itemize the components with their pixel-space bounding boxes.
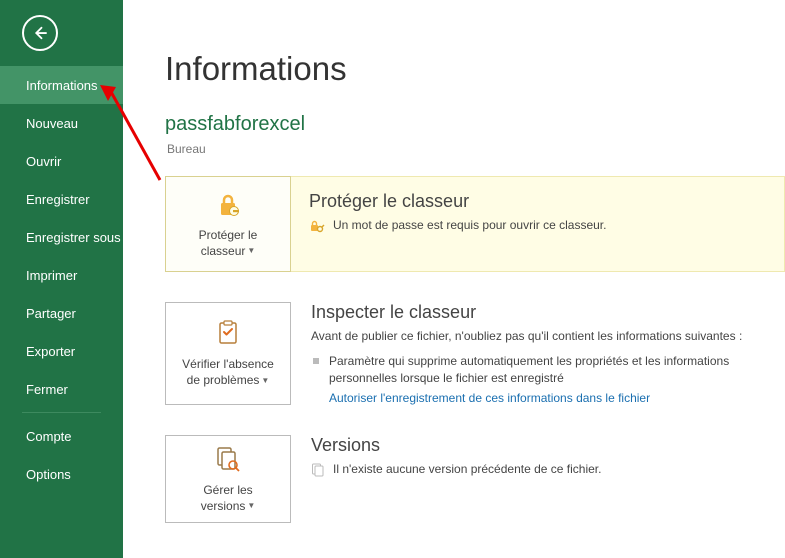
- nav: Informations Nouveau Ouvrir Enregistrer …: [0, 66, 123, 493]
- versions-desc: Il n'existe aucune version précédente de…: [311, 462, 755, 477]
- nav-enregistrer[interactable]: Enregistrer: [0, 180, 123, 218]
- pages-icon: [311, 463, 325, 477]
- back-button[interactable]: [22, 15, 58, 51]
- page-title: Informations: [165, 50, 785, 88]
- arrow-left-icon: [31, 24, 49, 42]
- nav-nouveau[interactable]: Nouveau: [0, 104, 123, 142]
- protect-title: Protéger le classeur: [309, 191, 766, 212]
- manage-versions-button[interactable]: Gérer les versions▼: [165, 435, 291, 523]
- inspect-bullets: Paramètre qui supprime automatiquement l…: [311, 353, 755, 405]
- inspect-desc: Avant de publier ce fichier, n'oubliez p…: [311, 329, 755, 343]
- dropdown-icon: ▼: [247, 501, 255, 512]
- section-inspect: Vérifier l'absence de problèmes▼ Inspect…: [165, 302, 785, 405]
- check-issues-button[interactable]: Vérifier l'absence de problèmes▼: [165, 302, 291, 405]
- nav-imprimer[interactable]: Imprimer: [0, 256, 123, 294]
- versions-tile-label: Gérer les versions▼: [201, 482, 256, 514]
- content: Informations passfabforexcel Bureau Prot…: [123, 0, 785, 558]
- nav-divider: [22, 412, 101, 413]
- nav-ouvrir[interactable]: Ouvrir: [0, 142, 123, 180]
- nav-informations[interactable]: Informations: [0, 66, 123, 104]
- lock-icon: [212, 189, 244, 221]
- inspect-title: Inspecter le classeur: [311, 302, 755, 323]
- inspect-info: Inspecter le classeur Avant de publier c…: [311, 302, 785, 405]
- versions-info: Versions Il n'existe aucune version préc…: [311, 435, 785, 523]
- section-protect: Protéger le classeur▼ Protéger le classe…: [165, 176, 785, 272]
- section-versions: Gérer les versions▼ Versions Il n'existe…: [165, 435, 785, 523]
- nav-compte[interactable]: Compte: [0, 417, 123, 455]
- dropdown-icon: ▼: [261, 376, 269, 387]
- versions-title: Versions: [311, 435, 755, 456]
- pages-magnify-icon: [212, 444, 244, 476]
- key-lock-icon: [309, 219, 325, 235]
- protect-desc: Un mot de passe est requis pour ouvrir c…: [309, 218, 766, 235]
- bullet-icon: [313, 358, 319, 364]
- allow-save-link[interactable]: Autoriser l'enregistrement de ces inform…: [329, 391, 755, 405]
- document-check-icon: [212, 318, 244, 350]
- nav-fermer[interactable]: Fermer: [0, 370, 123, 408]
- protect-workbook-button[interactable]: Protéger le classeur▼: [165, 176, 291, 272]
- nav-exporter[interactable]: Exporter: [0, 332, 123, 370]
- nav-enregistrer-sous[interactable]: Enregistrer sous: [0, 218, 123, 256]
- inspect-tile-label: Vérifier l'absence de problèmes▼: [182, 356, 274, 388]
- file-name: passfabforexcel: [165, 113, 785, 136]
- inspect-bullet-item: Paramètre qui supprime automatiquement l…: [311, 353, 755, 387]
- protect-tile-label: Protéger le classeur▼: [199, 227, 258, 259]
- nav-partager[interactable]: Partager: [0, 294, 123, 332]
- file-path: Bureau: [167, 142, 785, 156]
- sidebar: Informations Nouveau Ouvrir Enregistrer …: [0, 0, 123, 558]
- dropdown-icon: ▼: [247, 246, 255, 257]
- protect-info: Protéger le classeur Un mot de passe est…: [291, 176, 785, 272]
- nav-options[interactable]: Options: [0, 455, 123, 493]
